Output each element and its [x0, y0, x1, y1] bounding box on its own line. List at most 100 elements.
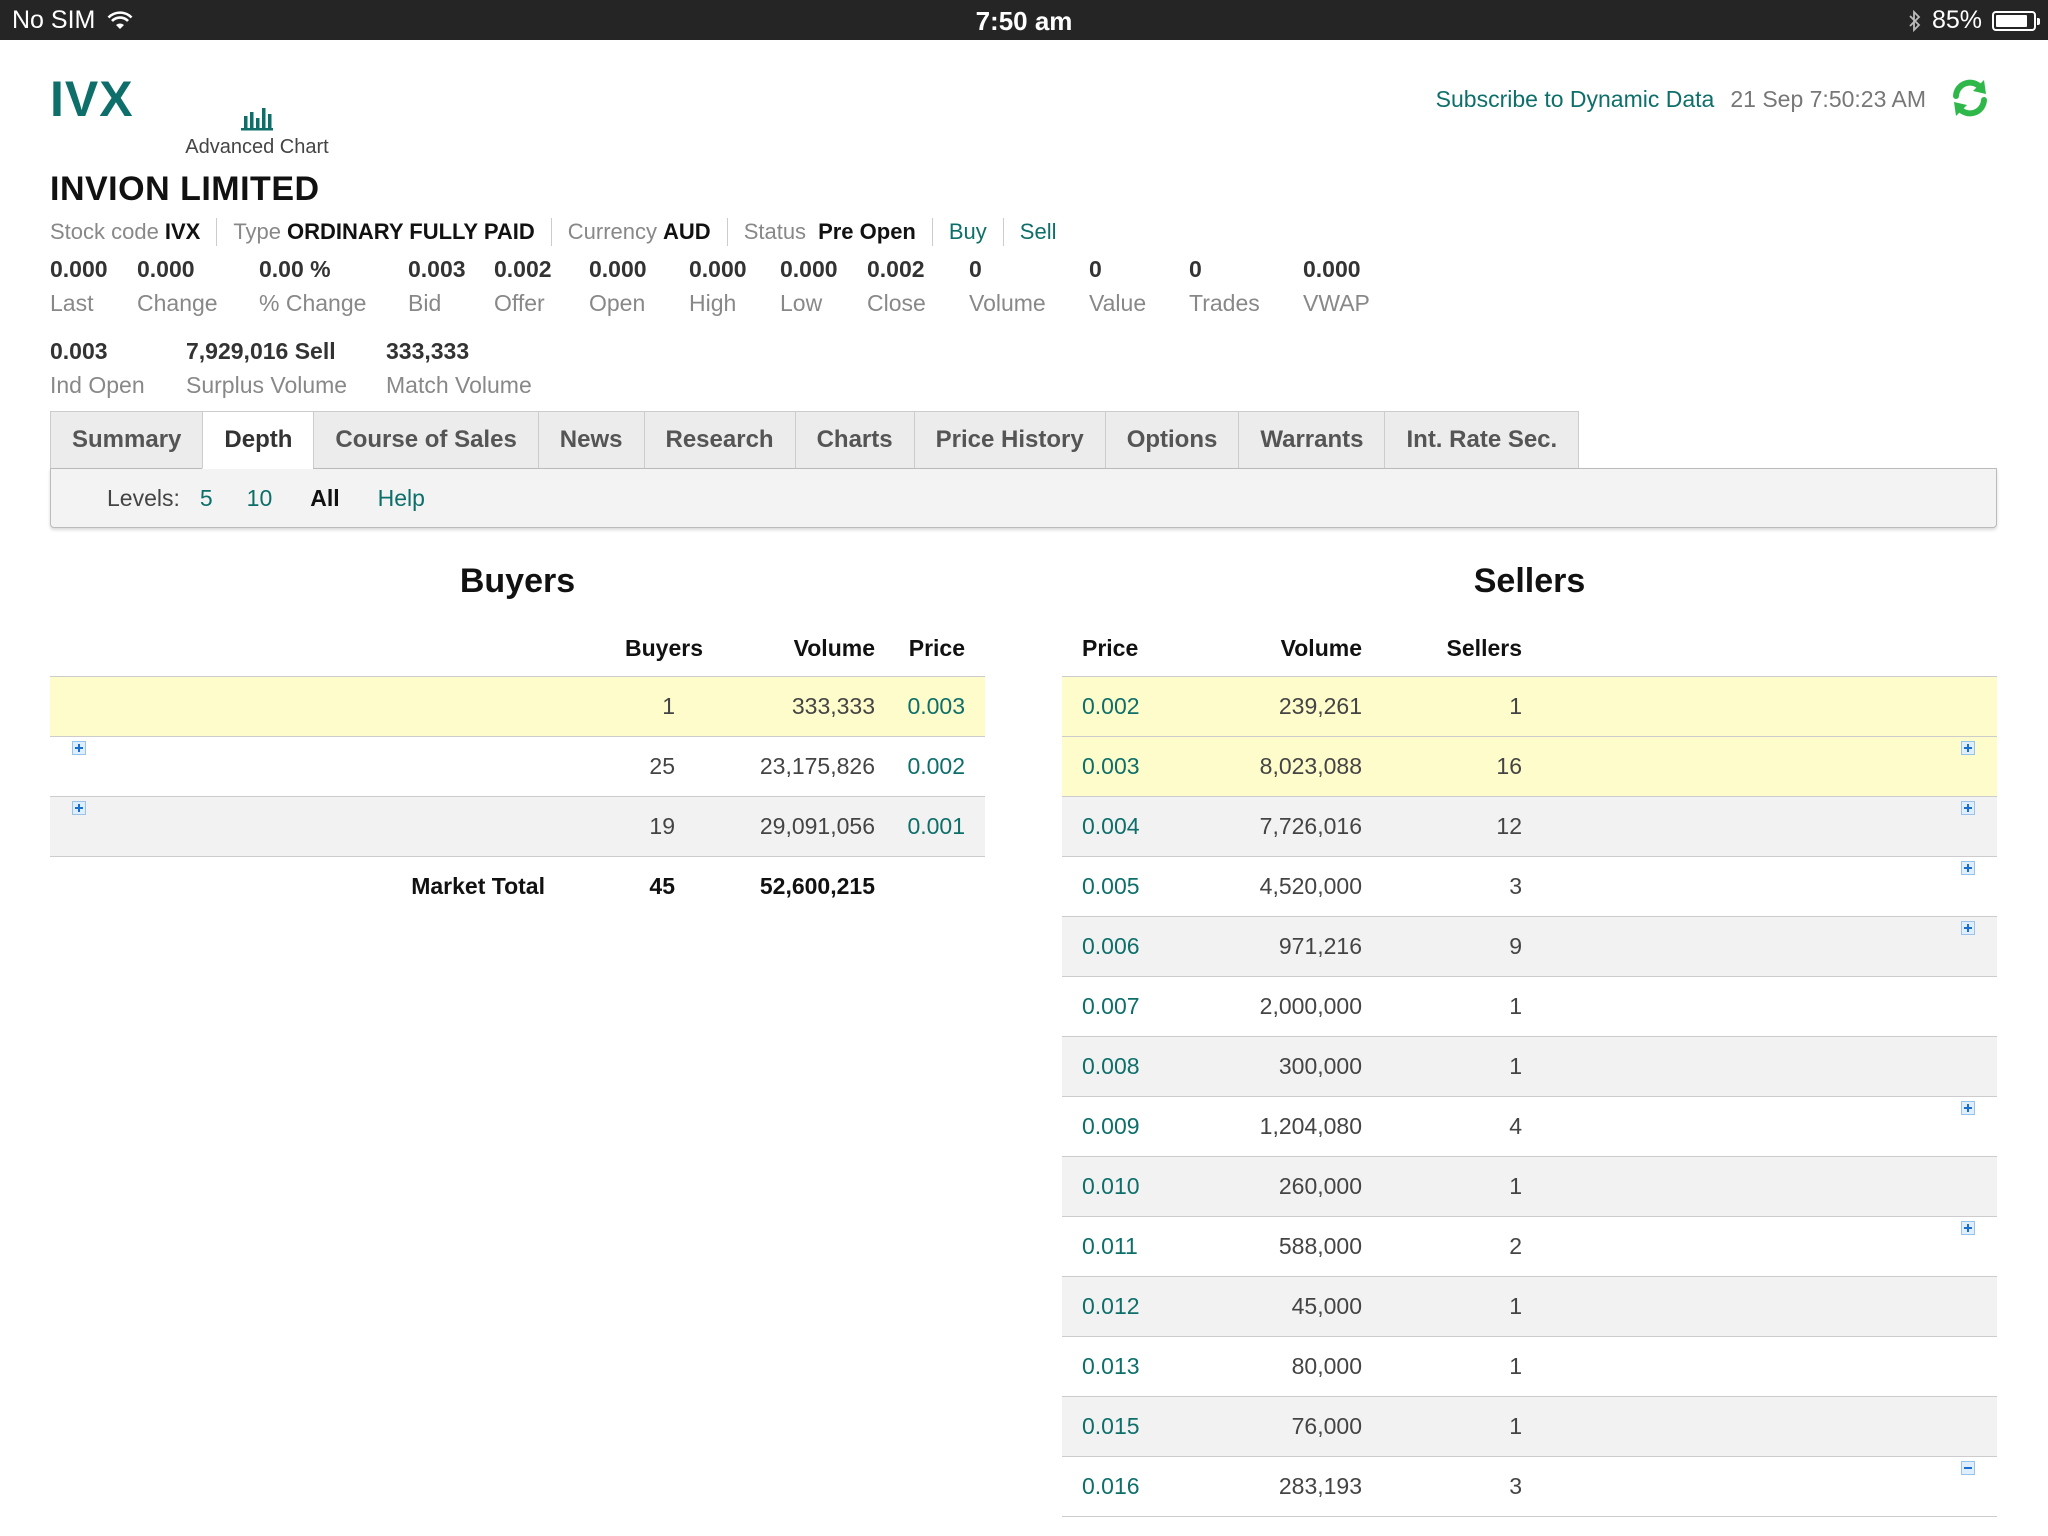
- table-row: 0.007 2,000,000 1: [1062, 976, 1997, 1037]
- table-row: 0.002 239,261 1: [1062, 676, 1997, 737]
- tab-charts[interactable]: Charts: [794, 411, 914, 469]
- table-row: 0.006 971,216 9: [1062, 916, 1997, 977]
- tab-warrants[interactable]: Warrants: [1238, 411, 1385, 469]
- tab-news[interactable]: News: [537, 411, 644, 469]
- table-row: 0.004 7,726,016 12: [1062, 796, 1997, 857]
- tab-summary[interactable]: Summary: [50, 411, 203, 469]
- table-row: 0.003 8,023,088 16: [1062, 736, 1997, 797]
- table-row: 19 29,091,056 0.001: [50, 796, 985, 857]
- tab-depth[interactable]: Depth: [202, 411, 314, 469]
- expand-plus-icon[interactable]: [1961, 801, 1975, 815]
- levels-10-link[interactable]: 10: [247, 485, 273, 512]
- table-row: 0.011 588,000 2: [1062, 1216, 1997, 1277]
- seller-count: 1: [1362, 1156, 1522, 1217]
- subscribe-area: Subscribe to Dynamic Data 21 Sep 7:50:23…: [1436, 86, 1926, 113]
- table-row: 0.010 260,000 1: [1062, 1156, 1997, 1217]
- sellers-col-price: Price: [1062, 620, 1182, 677]
- buyers-header-row: Buyers Volume Price: [50, 620, 985, 677]
- table-row: 0.009 1,204,080 4: [1062, 1096, 1997, 1157]
- seller-volume: 8,023,088: [1182, 736, 1362, 797]
- stock-meta-row: Stock code IVX Type ORDINARY FULLY PAID …: [50, 218, 1056, 246]
- seller-count: 1: [1362, 1396, 1522, 1457]
- seller-count: 3: [1362, 856, 1522, 917]
- expand-plus-icon[interactable]: [72, 801, 86, 815]
- seller-price: 0.002: [1062, 676, 1182, 737]
- seller-count: 4: [1362, 1096, 1522, 1157]
- levels-all-link[interactable]: All: [310, 485, 339, 512]
- levels-label: Levels:: [107, 484, 180, 511]
- seller-price: 0.015: [1062, 1396, 1182, 1457]
- seller-volume: 239,261: [1182, 676, 1362, 737]
- seller-count: 1: [1362, 1276, 1522, 1337]
- seller-price: 0.011: [1062, 1216, 1182, 1277]
- table-row: 0.012 45,000 1: [1062, 1276, 1997, 1337]
- buy-link[interactable]: Buy: [949, 219, 987, 245]
- table-row: 1 333,333 0.003: [50, 676, 985, 737]
- expand-plus-icon[interactable]: [72, 741, 86, 755]
- stat-open: 0.000 Open: [589, 256, 647, 316]
- stat-bid: 0.003 Bid: [408, 256, 466, 316]
- seller-count: 2: [1362, 1216, 1522, 1277]
- expand-plus-icon[interactable]: [1961, 921, 1975, 935]
- buyers-table: Buyers Volume Price 1 333,333 0.003 25 2…: [50, 620, 985, 916]
- seller-price: 0.013: [1062, 1336, 1182, 1397]
- tab-research[interactable]: Research: [643, 411, 795, 469]
- stat-volume: 0 Volume: [969, 256, 1046, 316]
- levels-5-link[interactable]: 5: [200, 485, 213, 512]
- battery-percent: 85%: [1931, 6, 1982, 34]
- buyers-col-buyers: Buyers: [625, 620, 703, 677]
- stat-low: 0.000 Low: [780, 256, 838, 316]
- help-link[interactable]: Help: [378, 485, 425, 512]
- seller-volume: 300,000: [1182, 1036, 1362, 1097]
- table-row: 0.005 4,520,000 3: [1062, 856, 1997, 917]
- seller-price: 0.005: [1062, 856, 1182, 917]
- tab-price-history[interactable]: Price History: [913, 411, 1105, 469]
- sellers-title: Sellers: [1473, 562, 1586, 600]
- stat-close: 0.002 Close: [867, 256, 926, 316]
- tab-int-rate-sec[interactable]: Int. Rate Sec.: [1384, 411, 1580, 469]
- clock: 7:50 am: [975, 6, 1073, 36]
- seller-volume: 80,000: [1182, 1336, 1362, 1397]
- sellers-col-sellers: Sellers: [1362, 620, 1522, 677]
- tab-course-of-sales[interactable]: Course of Sales: [313, 411, 538, 469]
- sell-link[interactable]: Sell: [1020, 219, 1057, 245]
- company-name: INVION LIMITED: [50, 170, 320, 208]
- stat-vwap: 0.000 VWAP: [1303, 256, 1370, 316]
- seller-count: 1: [1362, 1336, 1522, 1397]
- market-total-volume: 52,600,215: [759, 873, 875, 899]
- refresh-icon[interactable]: [1948, 76, 1992, 120]
- bar-chart-icon: [241, 108, 273, 131]
- collapse-minus-icon[interactable]: [1961, 1461, 1975, 1475]
- seller-price: 0.008: [1062, 1036, 1182, 1097]
- advanced-chart-button[interactable]: Advanced Chart: [182, 104, 332, 159]
- expand-plus-icon[interactable]: [1961, 741, 1975, 755]
- bluetooth-icon: [1909, 9, 1921, 32]
- seller-volume: 1,204,080: [1182, 1096, 1362, 1157]
- status-value: Pre Open: [818, 219, 916, 244]
- table-row: 0.013 80,000 1: [1062, 1336, 1997, 1397]
- sellers-col-volume: Volume: [1182, 620, 1362, 677]
- buyers-title: Buyers: [459, 562, 576, 600]
- stat-last: 0.000 Last: [50, 256, 108, 316]
- stat-match-volume: 333,333 Match Volume: [386, 338, 532, 398]
- table-row: 0.008 300,000 1: [1062, 1036, 1997, 1097]
- tab-bar: Summary Depth Course of Sales News Resea…: [50, 411, 1580, 469]
- seller-volume: 283,193: [1182, 1456, 1362, 1517]
- table-row: 25 23,175,826 0.002: [50, 736, 985, 797]
- stat-trades: 0 Trades: [1189, 256, 1260, 316]
- seller-price: 0.007: [1062, 976, 1182, 1037]
- subscribe-link[interactable]: Subscribe to Dynamic Data: [1436, 86, 1715, 113]
- market-total-row: Market Total 45 52,600,215: [50, 857, 985, 917]
- buyers-col-price: Price: [875, 620, 985, 677]
- table-row: 0.016 283,193 3: [1062, 1456, 1997, 1517]
- seller-price: 0.003: [1062, 736, 1182, 797]
- currency-value: AUD: [663, 219, 711, 244]
- expand-plus-icon[interactable]: [1961, 1101, 1975, 1115]
- expand-plus-icon[interactable]: [1961, 1221, 1975, 1235]
- seller-volume: 2,000,000: [1182, 976, 1362, 1037]
- levels-bar: Levels: 5 10 All Help: [50, 468, 1997, 528]
- seller-volume: 588,000: [1182, 1216, 1362, 1277]
- expand-plus-icon[interactable]: [1961, 861, 1975, 875]
- stock-code-label: Stock code: [50, 219, 159, 244]
- tab-options[interactable]: Options: [1104, 411, 1239, 469]
